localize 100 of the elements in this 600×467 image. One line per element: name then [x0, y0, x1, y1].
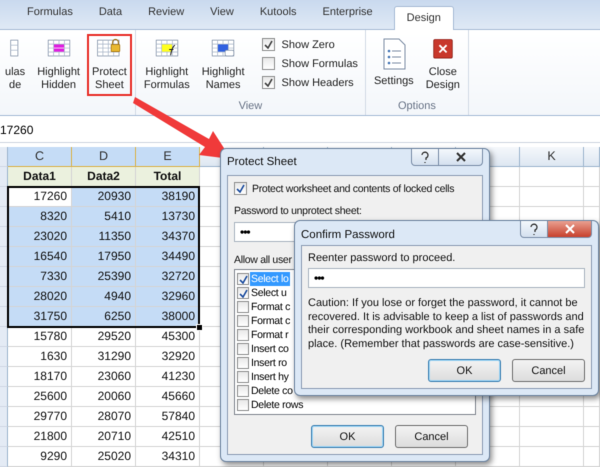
ribbon-button[interactable]: Protect Sheet [87, 34, 132, 96]
table-cell: 6250 [72, 307, 136, 327]
table-cell: 31750 [8, 307, 72, 327]
list-item[interactable]: Delete rows [250, 398, 304, 412]
column-title: Data2 [72, 167, 136, 187]
column-header[interactable] [584, 147, 600, 167]
checkbox[interactable] [262, 38, 275, 51]
group-label: Options [396, 100, 437, 114]
table-cell [584, 167, 600, 187]
cancel-button[interactable]: Cancel [395, 425, 468, 448]
ribbon-tab[interactable]: Data [86, 6, 136, 29]
table-cell: 23060 [72, 367, 136, 387]
checkbox[interactable] [237, 301, 249, 313]
column-header[interactable]: D [72, 147, 136, 167]
checkbox-label: Protect worksheet and contents of locked cells [252, 182, 454, 194]
check-icon [264, 40, 273, 49]
table-cell: 32960 [136, 287, 200, 307]
ribbon-button[interactable]: ulas de [0, 34, 30, 96]
ribbon-tab[interactable]: View [197, 6, 247, 29]
table-cell: 20060 [72, 387, 136, 407]
column-header[interactable]: E [136, 147, 200, 167]
table-cell: 34310 [136, 447, 200, 467]
list-item[interactable]: Format c [250, 314, 292, 328]
checkbox[interactable] [237, 287, 249, 299]
table-cell: 21800 [8, 427, 72, 447]
table-cell: 20710 [72, 427, 136, 447]
table-cell: 20930 [72, 187, 136, 207]
table-cell: 7330 [8, 267, 72, 287]
table-cell: 11350 [72, 227, 136, 247]
checkbox[interactable] [237, 399, 249, 411]
column-header[interactable]: K [520, 147, 584, 167]
checkbox[interactable] [237, 343, 249, 355]
field-label: Allow all user [234, 254, 292, 266]
list-item[interactable]: Insert co [250, 342, 290, 356]
ribbon-tab[interactable]: Formulas [14, 6, 86, 29]
list-item[interactable]: Insert ro [250, 356, 288, 370]
document-icon [380, 38, 407, 70]
list-item[interactable]: Insert hy [250, 370, 290, 384]
ribbon-tab[interactable]: Enterprise [310, 6, 386, 29]
table-cell: 32720 [136, 267, 200, 287]
checkbox[interactable] [262, 57, 275, 70]
table-cell: 28070 [72, 407, 136, 427]
caution-text: Caution: If you lose or forget the password, it cannot be recovered. It is advisable to keep a list of passwords and their corresponding workbook and sheet names in a safe place. (Remember that passwords are case-sensitive.) [308, 297, 585, 351]
formula-value: 17260 [0, 123, 34, 137]
column-header[interactable]: C [8, 147, 72, 167]
column-title: Total [136, 167, 200, 187]
table-cell [584, 407, 600, 427]
close-button[interactable] [439, 149, 483, 166]
table-cell: 38190 [136, 187, 200, 207]
close-icon [564, 224, 576, 234]
table-cell: 57840 [136, 407, 200, 427]
help-button[interactable] [520, 221, 548, 238]
checkbox[interactable] [237, 329, 249, 341]
ribbon-tab[interactable]: Design [394, 6, 454, 30]
checkbox[interactable] [237, 315, 249, 327]
table-cell [520, 167, 584, 187]
list-item[interactable]: Format r [250, 328, 290, 342]
checkbox[interactable] [237, 371, 249, 383]
password-field[interactable]: ••• [308, 268, 585, 288]
ok-button[interactable]: OK [311, 425, 384, 448]
list-item[interactable]: Select u [250, 286, 288, 300]
list-item[interactable]: Format c [250, 300, 292, 314]
ribbon-button[interactable]: Settings [368, 34, 419, 96]
checkbox[interactable] [237, 385, 249, 397]
checkbox[interactable] [237, 357, 249, 369]
table-cell [520, 447, 584, 467]
table-cell: 16540 [8, 247, 72, 267]
table-cell: 45660 [136, 387, 200, 407]
checkbox[interactable] [237, 273, 249, 285]
ribbon-button[interactable]: Close Design [420, 34, 465, 96]
checkbox-label: Show Headers [282, 76, 354, 88]
table-cell: 29770 [8, 407, 72, 427]
checkbox[interactable] [234, 182, 247, 195]
ribbon-button[interactable]: Highlight Names [196, 34, 250, 96]
list-item[interactable]: Delete co [250, 384, 294, 398]
ok-button[interactable]: OK [428, 359, 501, 382]
ribbon-button[interactable]: Highlight Hidden [32, 34, 85, 96]
table-cell: 42510 [136, 427, 200, 447]
checkbox[interactable] [262, 76, 275, 89]
cancel-button[interactable]: Cancel [512, 359, 585, 382]
table-cell: 5410 [72, 207, 136, 227]
table-cell [584, 447, 600, 467]
help-button[interactable] [411, 149, 439, 166]
dialog-title: Protect Sheet [227, 156, 297, 168]
group-label: View [238, 100, 264, 114]
table-cell: 25020 [72, 447, 136, 467]
table-cell: 28020 [8, 287, 72, 307]
table-cell: 1630 [8, 347, 72, 367]
dialog-title: Confirm Password [301, 229, 395, 241]
ribbon-button[interactable]: Highlight Formulas [138, 34, 195, 96]
help-icon [529, 223, 539, 235]
ribbon-tab[interactable]: Kutools [246, 6, 310, 29]
ribbon-tab[interactable]: Review [135, 6, 198, 29]
prompt-label: Reenter password to proceed. [308, 252, 456, 264]
table-cell: 25600 [8, 387, 72, 407]
table-cell [520, 407, 584, 427]
table-cell: 32920 [136, 347, 200, 367]
help-icon [420, 151, 430, 163]
table-cell: 13730 [136, 207, 200, 227]
checkbox-label: Show Zero [282, 38, 335, 50]
